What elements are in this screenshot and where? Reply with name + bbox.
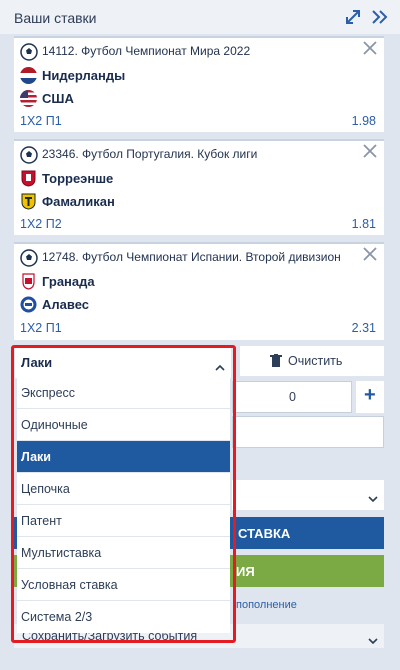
trash-icon [270, 354, 282, 368]
event-title: 23346. Футбол Португалия. Кубок лиги [42, 147, 258, 161]
deposit-link[interactable]: пополнение [236, 599, 297, 611]
bet-card: 14112. Футбол Чемпионат Мира 2022 Нидерл… [14, 36, 384, 132]
bet-slip-title: Ваши ставки [14, 10, 97, 26]
soccer-ball-icon [20, 249, 38, 267]
green-action-label: ИЯ [236, 564, 255, 579]
bet-card: 12748. Футбол Чемпионат Испании. Второй … [14, 242, 384, 340]
chevron-down-icon [368, 490, 378, 503]
team-crest-icon [20, 273, 37, 290]
option-singles[interactable]: Одиночные [17, 409, 230, 441]
place-bet-label: СТАВКА [238, 526, 291, 541]
bet-odds: 1.81 [351, 217, 376, 231]
bet-card: 23346. Футбол Португалия. Кубок лиги Тор… [14, 139, 384, 235]
expand-icon[interactable] [344, 8, 362, 26]
bet-odds: 1.98 [351, 114, 376, 128]
chevron-down-icon [368, 632, 378, 645]
usa-flag-icon [20, 90, 37, 107]
select-box[interactable] [232, 480, 384, 510]
stake-input[interactable]: 0 [232, 381, 352, 413]
bet-type-options: Экспресс Одиночные Лаки Цепочка Патент М… [17, 377, 230, 633]
bet-market: 1Х2 П1 [20, 321, 62, 335]
close-icon[interactable] [362, 143, 378, 159]
collapse-chevrons-icon[interactable] [370, 8, 388, 26]
soccer-ball-icon [20, 146, 38, 164]
clear-button[interactable]: Очистить [240, 346, 384, 376]
team-home: Нидерланды [42, 68, 126, 83]
option-conditional[interactable]: Условная ставка [17, 569, 230, 601]
option-express[interactable]: Экспресс [17, 377, 230, 409]
bet-type-select[interactable]: Лаки [15, 348, 231, 378]
close-icon[interactable] [362, 40, 378, 56]
plus-icon: + [364, 384, 376, 406]
clear-label: Очистить [288, 354, 343, 368]
bet-slip-header: Ваши ставки [0, 0, 400, 34]
bet-type-selected: Лаки [21, 355, 53, 370]
event-title: 14112. Футбол Чемпионат Мира 2022 [42, 44, 251, 58]
team-away: Алавес [42, 297, 89, 312]
team-home: Торреэнше [42, 171, 114, 186]
soccer-ball-icon [20, 43, 38, 61]
stake-value: 0 [289, 390, 296, 404]
option-multibet[interactable]: Мультиставка [17, 537, 230, 569]
bet-market: 1Х2 П2 [20, 217, 62, 231]
chevron-up-icon [215, 359, 225, 371]
stake-plus-button[interactable]: + [356, 381, 384, 413]
bet-market: 1Х2 П1 [20, 114, 62, 128]
team-home: Гранада [42, 274, 95, 289]
team-away: Фамаликан [42, 194, 115, 209]
text-input[interactable] [232, 416, 384, 448]
team-away: США [42, 91, 74, 106]
netherlands-flag-icon [20, 67, 37, 84]
option-system-2-3[interactable]: Система 2/3 [17, 601, 230, 633]
team-crest-icon [20, 193, 37, 210]
option-lucky[interactable]: Лаки [17, 441, 230, 473]
close-icon[interactable] [362, 246, 378, 262]
event-title: 12748. Футбол Чемпионат Испании. Второй … [42, 250, 341, 264]
team-crest-icon [20, 296, 37, 313]
bet-odds: 2.31 [351, 321, 376, 335]
option-patent[interactable]: Патент [17, 505, 230, 537]
option-chain[interactable]: Цепочка [17, 473, 230, 505]
team-crest-icon [20, 170, 37, 187]
